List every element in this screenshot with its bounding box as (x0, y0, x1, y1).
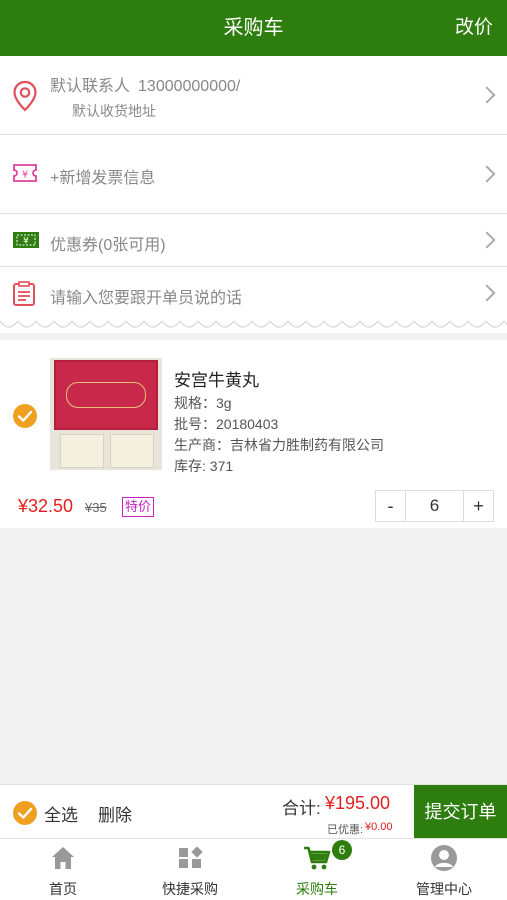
quantity-stepper: - 6 + (375, 490, 494, 522)
user-icon (431, 845, 457, 871)
tab-quick-purchase[interactable]: 快捷采购 (127, 839, 253, 900)
submit-order-button[interactable]: 提交订单 (414, 785, 507, 839)
svg-text:¥: ¥ (22, 170, 28, 181)
total-value: ¥195.00 (325, 793, 391, 813)
product-stock: 库存: 371 (174, 458, 234, 474)
tab-home[interactable]: 首页 (0, 839, 126, 900)
quantity-input[interactable]: 6 (406, 491, 463, 521)
tab-label: 首页 (49, 881, 77, 897)
invoice-ticket-icon: ¥ (13, 164, 37, 182)
increase-button[interactable]: + (463, 491, 493, 521)
product-maker: 生产商：吉林省力胜制药有限公司 (174, 437, 384, 453)
item-check-icon[interactable] (12, 403, 38, 429)
coupon-icon: ¥ (13, 232, 39, 248)
invoice-label: +新增发票信息 (50, 170, 156, 187)
chevron-right-icon (478, 284, 496, 302)
tab-label: 采购车 (296, 881, 338, 897)
note-icon (13, 281, 35, 306)
home-icon (52, 847, 74, 869)
decrease-button[interactable]: - (376, 491, 406, 521)
cart-icon (304, 846, 331, 870)
checkout-bar: 全选 删除 合计: ¥195.00 已优惠: ¥0.00 提交订单 (0, 784, 507, 839)
coupon-row[interactable]: ¥ 优惠券(0张可用) (0, 214, 507, 267)
product-name: 安宫牛黄丸 (174, 371, 259, 390)
tab-cart[interactable]: 6 采购车 (254, 839, 380, 900)
tab-management-center[interactable]: 管理中心 (381, 839, 507, 900)
discount-label: 已优惠: (327, 824, 364, 836)
total-label: 合计: (282, 799, 321, 818)
contact-address-row[interactable]: 默认联系人 13000000000/ 默认收货地址 (0, 56, 507, 135)
special-price-badge: 特价 (122, 497, 155, 517)
chevron-right-icon (478, 231, 496, 249)
cart-product-item: 安宫牛黄丸 规格：3g 批号：20180403 生产商：吉林省力胜制药有限公司 … (0, 340, 507, 528)
tab-label: 管理中心 (416, 881, 472, 897)
location-pin-icon (13, 80, 37, 112)
edit-price-button[interactable]: 改价 (455, 0, 493, 56)
scallop-divider (0, 319, 507, 333)
product-batch: 批号：20180403 (174, 416, 279, 432)
coupon-label: 优惠券(0张可用) (50, 237, 166, 254)
select-all-button[interactable]: 全选 (44, 801, 78, 826)
discount-value: ¥0.00 (365, 821, 393, 833)
chevron-right-icon (478, 165, 496, 183)
tab-label: 快捷采购 (162, 881, 218, 897)
product-spec: 规格：3g (174, 395, 232, 411)
contact-phone: 13000000000/ (138, 78, 241, 95)
product-price: ¥32.50 (18, 496, 74, 516)
contact-line: 默认联系人 13000000000/ (50, 72, 240, 96)
contact-address: 默认收货地址 (72, 103, 156, 119)
bottom-tab-bar: 首页 快捷采购 6 采购车 管理中心 (0, 838, 507, 900)
product-original-price: ¥35 (85, 500, 107, 515)
message-row[interactable]: 请输入您要跟开单员说的话 (0, 267, 507, 319)
cart-count-badge: 6 (332, 840, 352, 860)
message-input[interactable]: 请输入您要跟开单员说的话 (50, 284, 242, 308)
svg-text:¥: ¥ (23, 237, 29, 247)
select-all-check-icon[interactable] (12, 800, 38, 826)
delete-button[interactable]: 删除 (98, 801, 132, 826)
product-image[interactable] (50, 358, 162, 470)
page-title: 采购车 (223, 17, 284, 39)
header-bar: 采购车 改价 (0, 0, 507, 56)
grid-icon (179, 846, 203, 868)
chevron-right-icon (478, 86, 496, 104)
invoice-row[interactable]: ¥ +新增发票信息 (0, 135, 507, 214)
contact-name: 默认联系人 (50, 78, 131, 95)
